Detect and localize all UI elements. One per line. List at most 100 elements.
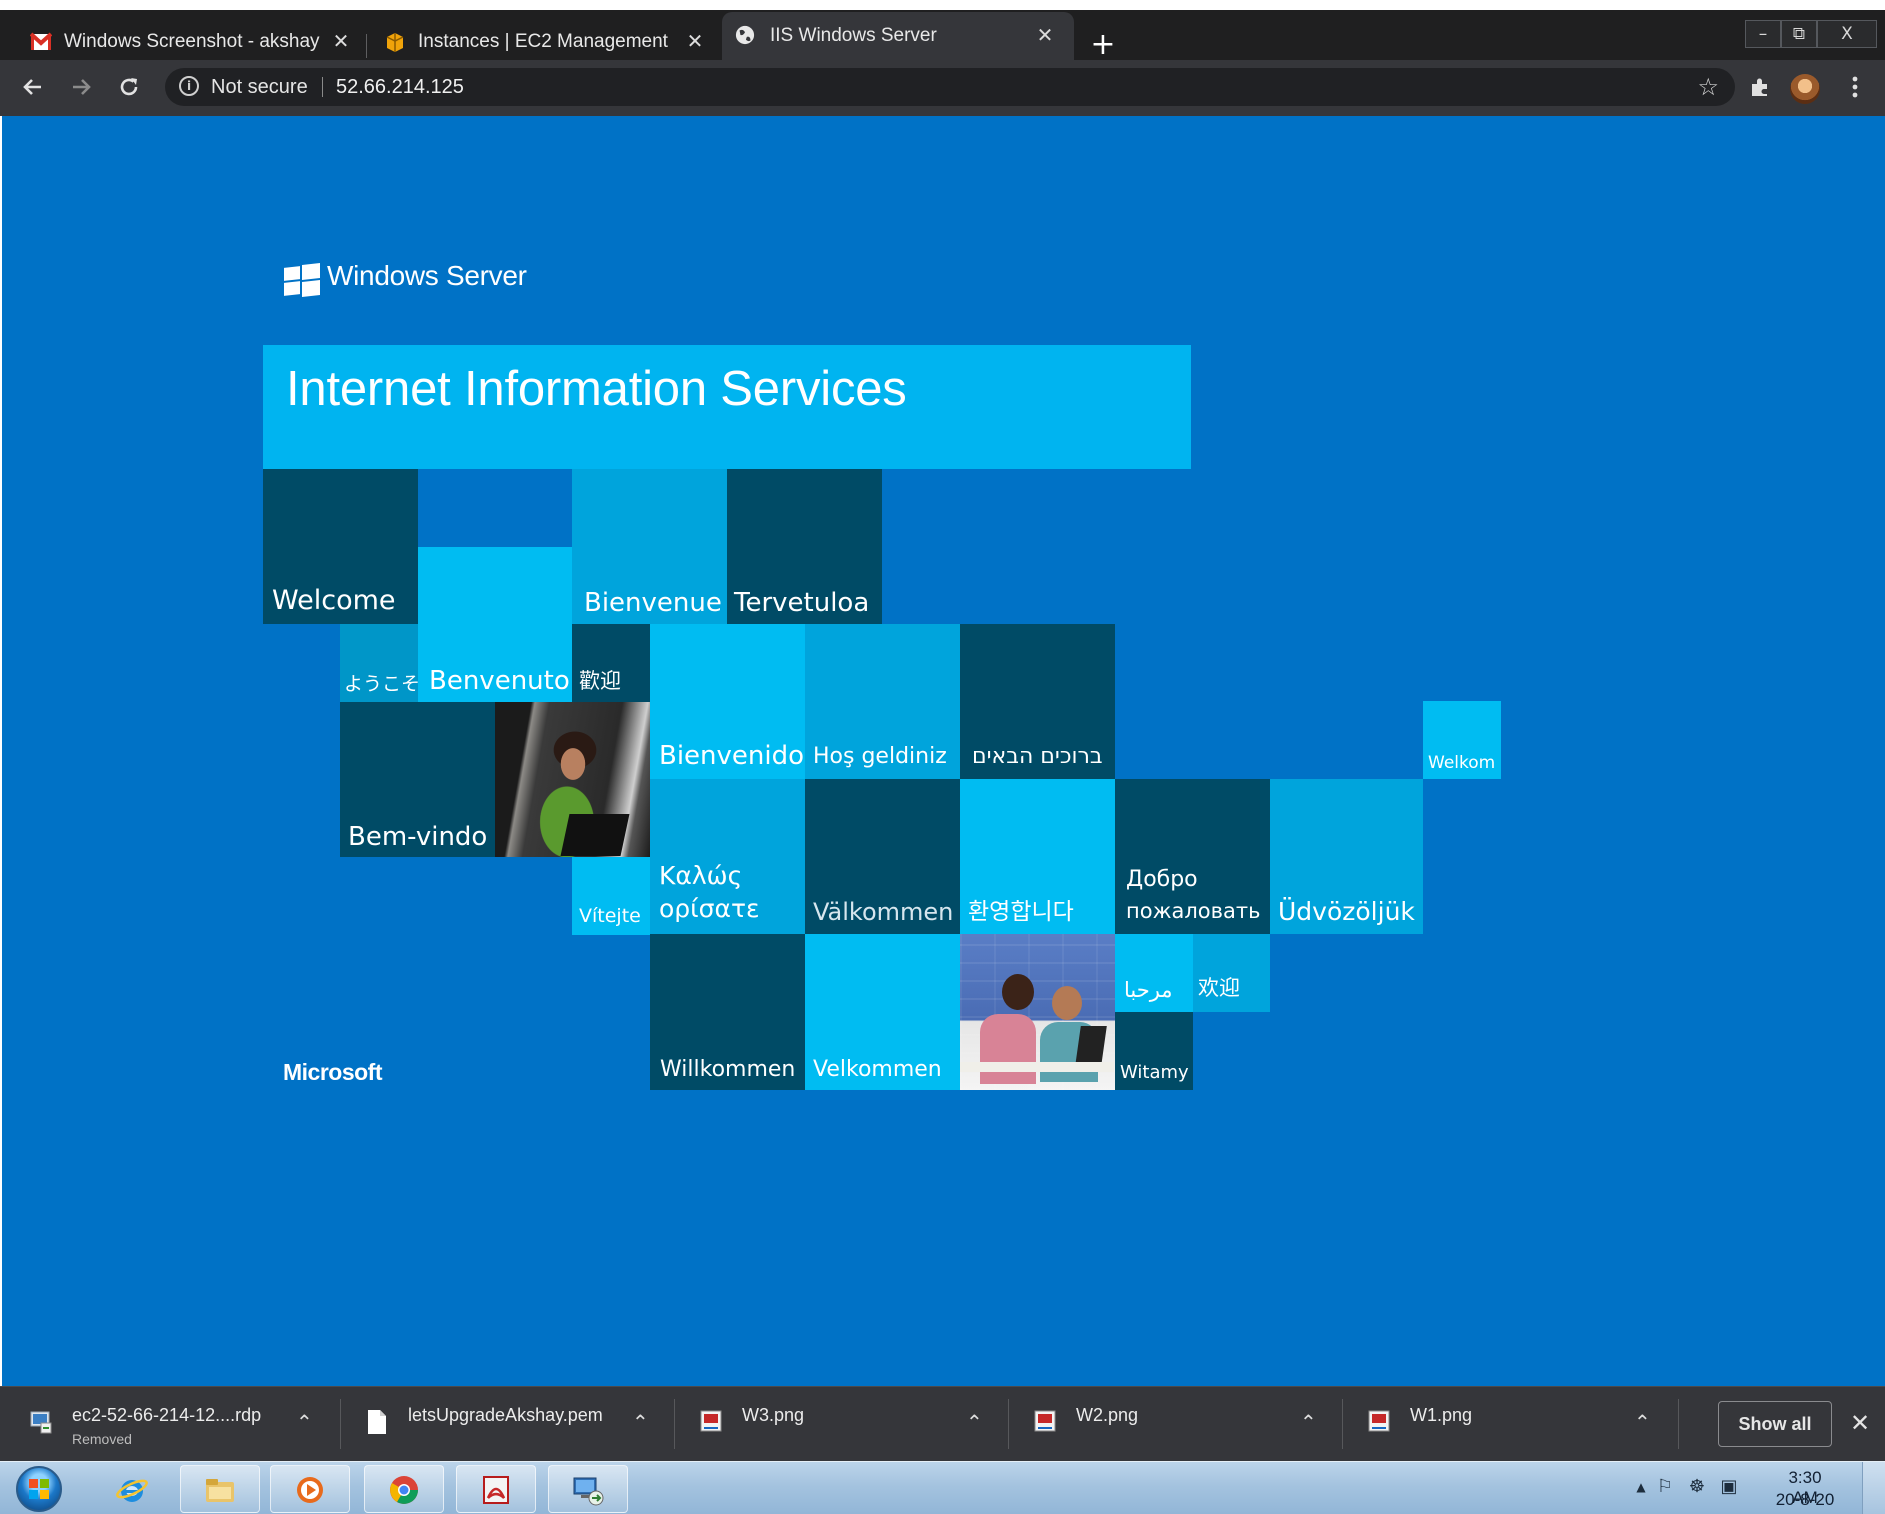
close-window-button[interactable]: X	[1817, 20, 1877, 48]
windows-taskbar: ▲ ⚐ ☸ ▣ 3:30 AM 20-8-20	[0, 1461, 1885, 1514]
tile-hwanyeong: 환영합니다	[960, 779, 1115, 934]
tab-gmail[interactable]: Windows Screenshot - akshay297 ✕	[30, 22, 360, 62]
file-explorer-icon	[206, 1479, 234, 1502]
taskbar-media[interactable]	[270, 1465, 350, 1513]
close-icon[interactable]: ✕	[1034, 12, 1056, 60]
tile-witamy: Witamy	[1115, 1012, 1193, 1090]
tray-expand-icon[interactable]: ▲	[1631, 1476, 1651, 1498]
clock-date[interactable]: 20-8-20	[1775, 1490, 1835, 1510]
tab-title: Windows Screenshot - akshay297	[64, 31, 320, 52]
tile-label: 환영합니다	[968, 899, 1074, 925]
photo-woman-laptop	[495, 702, 650, 857]
taskbar-chrome[interactable]	[364, 1465, 444, 1513]
network-icon[interactable]: ☸	[1687, 1476, 1707, 1498]
download-filename: W1.png	[1410, 1405, 1473, 1425]
restore-button[interactable]: ⧉	[1781, 20, 1817, 48]
tile-label: Welkom	[1428, 753, 1496, 773]
back-button[interactable]	[16, 70, 50, 104]
globe-icon	[735, 25, 755, 45]
tile-label: 歡迎	[579, 669, 621, 693]
iis-banner[interactable]: Internet Information Services	[263, 345, 1191, 469]
tile-label: ברוכים הבאים	[972, 744, 1103, 769]
close-icon[interactable]: ✕	[330, 22, 352, 62]
tile-label: Välkommen	[813, 898, 954, 926]
aws-box-icon	[386, 33, 404, 52]
download-filename: letsUpgradeAkshay.pem	[408, 1405, 603, 1425]
address-divider	[322, 77, 323, 97]
taskbar-pdf[interactable]	[456, 1465, 536, 1513]
forward-arrow-icon	[73, 79, 91, 95]
monitor-icon[interactable]: ▣	[1719, 1476, 1739, 1498]
reload-button[interactable]	[112, 70, 146, 104]
reload-icon	[120, 78, 138, 96]
tile-label: ορίσατε	[659, 894, 760, 923]
tab-iis[interactable]: IIS Windows Server ✕	[722, 12, 1074, 60]
chevron-up-icon[interactable]: ⌃	[1634, 1409, 1651, 1435]
tile-label: Hoş geldiniz	[813, 744, 947, 769]
download-shelf: ec2-52-66-214-12....rdp Removed ⌃ letsUp…	[0, 1386, 1885, 1462]
file-icon	[368, 1410, 386, 1434]
menu-kebab-icon[interactable]	[1840, 72, 1870, 102]
tile-willkommen: Willkommen	[650, 934, 805, 1090]
tab-title: Instances | EC2 Management Con	[418, 31, 674, 52]
tile-velkommen: Velkommen	[805, 934, 960, 1090]
tile-label: Willkommen	[660, 1057, 796, 1082]
tile-label: Vítejte	[579, 905, 641, 927]
person-shape	[1052, 986, 1082, 1020]
taskbar-ie[interactable]	[92, 1465, 172, 1513]
taskbar-remote-desktop[interactable]	[548, 1465, 628, 1513]
tile-label: Tervetuloa	[734, 588, 870, 618]
start-button[interactable]	[16, 1466, 62, 1512]
download-item[interactable]: W1.png ⌃	[1368, 1387, 1668, 1462]
profile-avatar[interactable]	[1790, 74, 1820, 104]
download-item[interactable]: W2.png ⌃	[1034, 1387, 1334, 1462]
gmail-icon	[30, 32, 52, 50]
laptop-shape	[560, 814, 630, 856]
chevron-up-icon[interactable]: ⌃	[1300, 1409, 1317, 1435]
info-icon[interactable]: i	[179, 76, 199, 96]
bookmark-star-icon[interactable]: ☆	[1697, 68, 1719, 106]
tile-label: Velkommen	[813, 1057, 942, 1082]
laptop-shape	[1075, 1026, 1107, 1066]
tile-huanying-trad: 歡迎	[572, 624, 650, 702]
page-viewport: Windows Server Internet Information Serv…	[2, 116, 1885, 1386]
back-arrow-icon	[23, 79, 41, 95]
new-tab-button[interactable]: +	[1090, 30, 1116, 60]
chevron-up-icon[interactable]: ⌃	[966, 1409, 983, 1435]
tile-udvozoljuk: Üdvözöljük	[1270, 779, 1423, 934]
system-tray: ▲ ⚐ ☸ ▣	[1625, 1462, 1885, 1514]
minimize-button[interactable]: –	[1745, 20, 1781, 48]
tab-ec2[interactable]: Instances | EC2 Management Con ✕	[384, 22, 714, 62]
tile-dobro: Добро пожаловать	[1115, 779, 1270, 934]
close-icon[interactable]: ✕	[684, 22, 706, 62]
page-title: Internet Information Services	[286, 362, 907, 416]
security-indicator[interactable]: Not secure	[211, 68, 308, 106]
tile-label: Benvenuto	[429, 666, 570, 696]
download-item[interactable]: letsUpgradeAkshay.pem ⌃	[366, 1387, 666, 1462]
address-bar[interactable]: i Not secure 52.66.214.125 ☆	[165, 68, 1735, 106]
download-item[interactable]: ec2-52-66-214-12....rdp Removed ⌃	[30, 1387, 330, 1462]
show-all-button[interactable]: Show all	[1718, 1401, 1832, 1447]
photo-students-laptop	[960, 934, 1115, 1090]
person-shape	[980, 1014, 1036, 1084]
tile-label: Bienvenido	[659, 741, 805, 771]
divider	[340, 1399, 341, 1449]
url-text[interactable]: 52.66.214.125	[336, 68, 464, 106]
download-item[interactable]: W3.png ⌃	[700, 1387, 1000, 1462]
divider	[1678, 1399, 1679, 1449]
divider	[1008, 1399, 1009, 1449]
tile-youkoso: ようこそ	[340, 624, 418, 702]
chevron-up-icon[interactable]: ⌃	[296, 1409, 313, 1435]
tile-welcome: Welcome	[263, 469, 418, 624]
download-filename: W2.png	[1076, 1405, 1139, 1425]
close-icon[interactable]: ✕	[1848, 1409, 1872, 1437]
desk-shape	[960, 1062, 1114, 1072]
tile-hos-geldiniz: Hoş geldiniz	[805, 624, 960, 779]
chevron-up-icon[interactable]: ⌃	[632, 1409, 649, 1435]
action-center-flag-icon[interactable]: ⚐	[1655, 1476, 1675, 1498]
show-desktop-button[interactable]	[1862, 1462, 1885, 1514]
forward-button[interactable]	[64, 70, 98, 104]
tile-label: Καλώς	[659, 861, 743, 890]
extensions-puzzle-icon[interactable]	[1745, 72, 1775, 102]
taskbar-explorer[interactable]	[180, 1465, 260, 1513]
